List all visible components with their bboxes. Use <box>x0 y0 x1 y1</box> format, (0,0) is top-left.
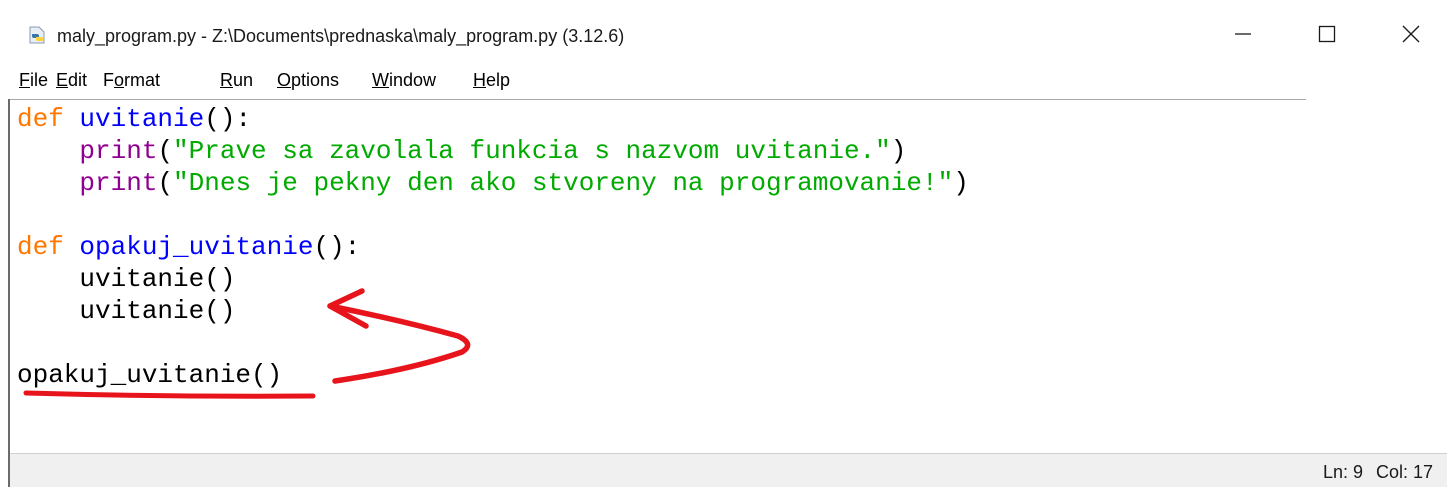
code-line-1: def uvitanie(): <box>17 104 252 134</box>
close-button[interactable] <box>1384 12 1438 56</box>
close-icon <box>1402 25 1420 43</box>
menu-format[interactable]: Format <box>103 70 160 91</box>
code-line-7: uvitanie() <box>17 296 236 326</box>
code-line-5: def opakuj_uvitanie(): <box>17 232 361 262</box>
maximize-icon <box>1318 25 1336 43</box>
code-editor[interactable]: def uvitanie(): print("Prave sa zavolala… <box>10 100 1447 452</box>
code-line-6: uvitanie() <box>17 264 236 294</box>
minimize-icon <box>1235 33 1251 35</box>
code-line-2: print("Prave sa zavolala funkcia s nazvo… <box>79 136 907 166</box>
status-line-number: Ln: 9 <box>1323 462 1364 482</box>
menu-run[interactable]: Run <box>220 70 253 91</box>
code-line-3: print("Dnes je pekny den ako stvoreny na… <box>79 168 969 198</box>
menu-edit[interactable]: Edit <box>56 70 87 91</box>
menu-file[interactable]: File <box>19 70 48 91</box>
python-file-icon <box>29 26 45 44</box>
menu-help[interactable]: Help <box>473 70 510 91</box>
title-bar[interactable]: maly_program.py - Z:\Documents\prednaska… <box>0 0 1447 68</box>
menu-bar: File Edit Format Run Options Window Help <box>0 66 1447 96</box>
status-bar: Ln: 9 Col: 17 <box>10 453 1447 487</box>
status-column-number: Col: 17 <box>1376 462 1434 482</box>
minimize-button[interactable] <box>1216 12 1270 56</box>
maximize-button[interactable] <box>1300 12 1354 56</box>
idle-editor-window: maly_program.py - Z:\Documents\prednaska… <box>0 0 1447 487</box>
menu-window[interactable]: Window <box>372 70 436 91</box>
code-line-9: opakuj_uvitanie() <box>17 360 283 390</box>
window-title: maly_program.py - Z:\Documents\prednaska… <box>57 26 625 46</box>
menu-options[interactable]: Options <box>277 70 339 91</box>
